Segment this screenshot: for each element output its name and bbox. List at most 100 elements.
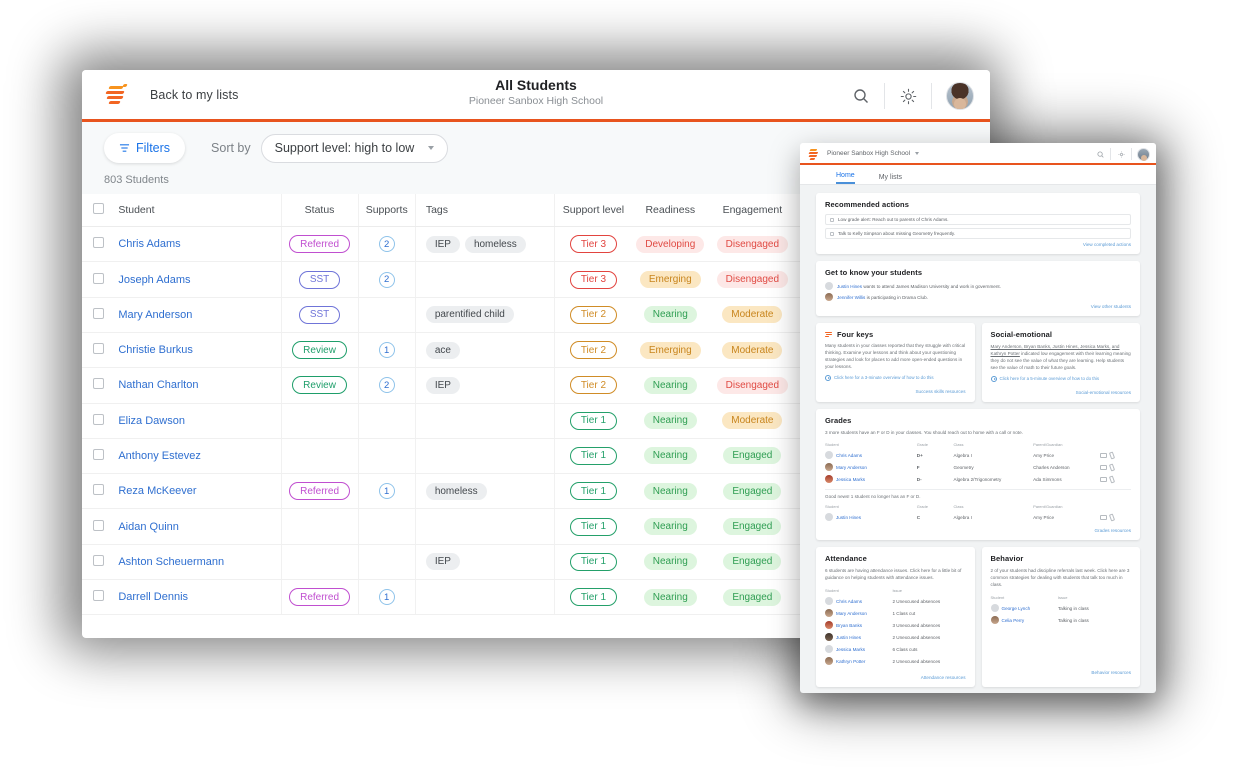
- tab-my-lists[interactable]: My lists: [879, 174, 902, 184]
- student-name-link[interactable]: Jennifer Willis: [837, 295, 865, 300]
- status-badge[interactable]: SST: [298, 270, 341, 289]
- student-name-link[interactable]: Jessica Marks: [836, 477, 865, 482]
- supports-count[interactable]: 2: [378, 236, 395, 253]
- view-completed-actions-link[interactable]: View completed actions: [825, 242, 1131, 247]
- student-name-link[interactable]: Justin Hines: [836, 635, 861, 640]
- list-row[interactable]: Mary Anderson 1 Class cut: [825, 607, 966, 619]
- mail-icon[interactable]: [1100, 514, 1108, 520]
- row-checkbox[interactable]: [92, 484, 104, 496]
- support-level-badge[interactable]: Tier 3: [569, 270, 618, 289]
- phone-icon[interactable]: [1109, 514, 1115, 520]
- student-name-link[interactable]: Aidan Quinn: [118, 521, 179, 533]
- status-badge[interactable]: Referred: [289, 588, 350, 607]
- student-name-link[interactable]: George Lynch: [1002, 606, 1031, 611]
- list-row[interactable]: Celia Perry Talking in class: [990, 614, 1132, 626]
- support-level-badge[interactable]: Tier 3: [569, 235, 618, 254]
- support-level-badge[interactable]: Tier 1: [569, 588, 618, 607]
- row-checkbox[interactable]: [92, 343, 104, 355]
- support-level-badge[interactable]: Tier 1: [569, 552, 618, 571]
- row-checkbox[interactable]: [92, 554, 104, 566]
- list-row[interactable]: Justin Hines 2 Unexcused absences: [825, 631, 966, 643]
- settings-button[interactable]: [1111, 143, 1131, 165]
- support-level-badge[interactable]: Tier 1: [569, 411, 618, 430]
- student-name-link[interactable]: Chris Adams: [836, 599, 862, 604]
- tag-chip[interactable]: parentified child: [425, 306, 514, 324]
- attendance-resources-link[interactable]: Attendance resources: [825, 675, 966, 680]
- student-name-link[interactable]: Christie Burkus: [118, 344, 193, 356]
- view-other-students-link[interactable]: View other students: [825, 304, 1131, 309]
- student-name-link[interactable]: Bryan Banks: [836, 623, 862, 628]
- student-name-link[interactable]: Chris Adams: [118, 238, 180, 250]
- supports-count[interactable]: 2: [378, 377, 395, 394]
- support-level-badge[interactable]: Tier 2: [569, 305, 618, 324]
- student-name-link[interactable]: Reza McKeever: [118, 485, 196, 497]
- row-checkbox[interactable]: [92, 448, 104, 460]
- supports-count[interactable]: 1: [378, 589, 395, 606]
- back-to-my-lists-link[interactable]: Back to my lists: [150, 88, 238, 102]
- row-checkbox[interactable]: [92, 307, 104, 319]
- social-emotional-video-link[interactable]: Click here for a 5-minute overview of ho…: [990, 375, 1132, 382]
- chevron-down-icon[interactable]: [915, 151, 920, 155]
- student-name-link[interactable]: Mary Anderson: [836, 611, 867, 616]
- supports-count[interactable]: 2: [378, 271, 395, 288]
- supports-count[interactable]: 1: [378, 342, 395, 359]
- success-skills-resources-link[interactable]: Success skills resources: [825, 389, 965, 394]
- action-checkbox[interactable]: [830, 217, 834, 222]
- list-row[interactable]: Bryan Banks 3 Unexcused absences: [825, 619, 966, 631]
- row-checkbox[interactable]: [92, 519, 104, 531]
- phone-icon[interactable]: [1109, 464, 1115, 470]
- student-name-link[interactable]: Mary Anderson: [118, 309, 192, 321]
- sort-select[interactable]: Support level: high to low: [260, 133, 449, 163]
- action-checkbox[interactable]: [830, 231, 834, 236]
- settings-button[interactable]: [885, 70, 931, 122]
- student-name-link[interactable]: Anthony Estevez: [118, 450, 201, 462]
- list-item[interactable]: Jennifer Willis is participating in Dram…: [825, 293, 1131, 301]
- header-engagement[interactable]: Engagement: [708, 194, 796, 228]
- grades-row[interactable]: Chris Adams D+ Algebra I Amy Price: [825, 449, 1131, 461]
- support-level-badge[interactable]: Tier 2: [569, 341, 618, 360]
- status-badge[interactable]: Referred: [289, 235, 350, 254]
- row-checkbox[interactable]: [92, 590, 104, 602]
- student-name-link[interactable]: Kathryn Potter: [836, 659, 865, 664]
- student-name-link[interactable]: Eliza Dawson: [118, 415, 185, 427]
- grades-row[interactable]: Mary Anderson F Geometry Charles Anderson: [825, 461, 1131, 473]
- status-badge[interactable]: Review: [292, 376, 347, 395]
- avatar[interactable]: [946, 82, 974, 110]
- support-level-badge[interactable]: Tier 1: [569, 482, 618, 501]
- four-keys-video-link[interactable]: Click here for a 3-minute overview of ho…: [825, 374, 966, 381]
- row-checkbox[interactable]: [92, 378, 104, 390]
- student-name-link[interactable]: Mary Anderson: [836, 465, 867, 470]
- row-checkbox[interactable]: [92, 237, 104, 249]
- mail-icon[interactable]: [1100, 476, 1108, 482]
- mail-icon[interactable]: [1100, 464, 1108, 470]
- student-name-link[interactable]: Justin Hines: [836, 515, 861, 520]
- action-item[interactable]: Low grade alert: Reach out to parents of…: [825, 214, 1131, 225]
- phone-icon[interactable]: [1109, 452, 1115, 458]
- student-name-link[interactable]: Ashton Scheuermann: [118, 556, 224, 568]
- filters-button[interactable]: Filters: [104, 133, 186, 163]
- tag-chip[interactable]: homeless: [425, 482, 487, 500]
- tag-chip[interactable]: ace: [425, 341, 460, 359]
- status-badge[interactable]: Referred: [289, 482, 350, 501]
- student-name-link[interactable]: Jessica Marks: [836, 647, 865, 652]
- action-item[interactable]: Talk to Kelly Simpson about missing Geom…: [825, 228, 1131, 239]
- avatar[interactable]: [1137, 147, 1150, 161]
- header-tags[interactable]: Tags: [414, 194, 555, 228]
- social-emotional-resources-link[interactable]: Social-emotional resources: [991, 390, 1131, 395]
- student-name-link[interactable]: Justin Hines: [837, 284, 862, 289]
- student-name-link[interactable]: Nathan Charlton: [118, 379, 198, 391]
- grades-row[interactable]: Justin Hines C Algebra I Amy Price: [825, 511, 1131, 523]
- tag-chip[interactable]: IEP: [425, 553, 460, 571]
- student-name-link[interactable]: Joseph Adams: [118, 274, 190, 286]
- tab-home[interactable]: Home: [836, 172, 855, 184]
- row-checkbox[interactable]: [92, 272, 104, 284]
- student-name-link[interactable]: Chris Adams: [836, 453, 862, 458]
- supports-count[interactable]: 1: [378, 483, 395, 500]
- se-names[interactable]: Mary Anderson, Bryan Banks, Justin Hines…: [991, 344, 1111, 349]
- list-item[interactable]: Justin Hines wants to attend James Madis…: [825, 282, 1131, 290]
- tag-chip[interactable]: homeless: [464, 235, 526, 253]
- support-level-badge[interactable]: Tier 1: [569, 517, 618, 536]
- header-support-level[interactable]: Support level: [554, 194, 632, 228]
- mail-icon[interactable]: [1100, 452, 1108, 458]
- grades-row[interactable]: Jessica Marks D- Algebra 2/Trigonometry Ada…: [825, 473, 1131, 485]
